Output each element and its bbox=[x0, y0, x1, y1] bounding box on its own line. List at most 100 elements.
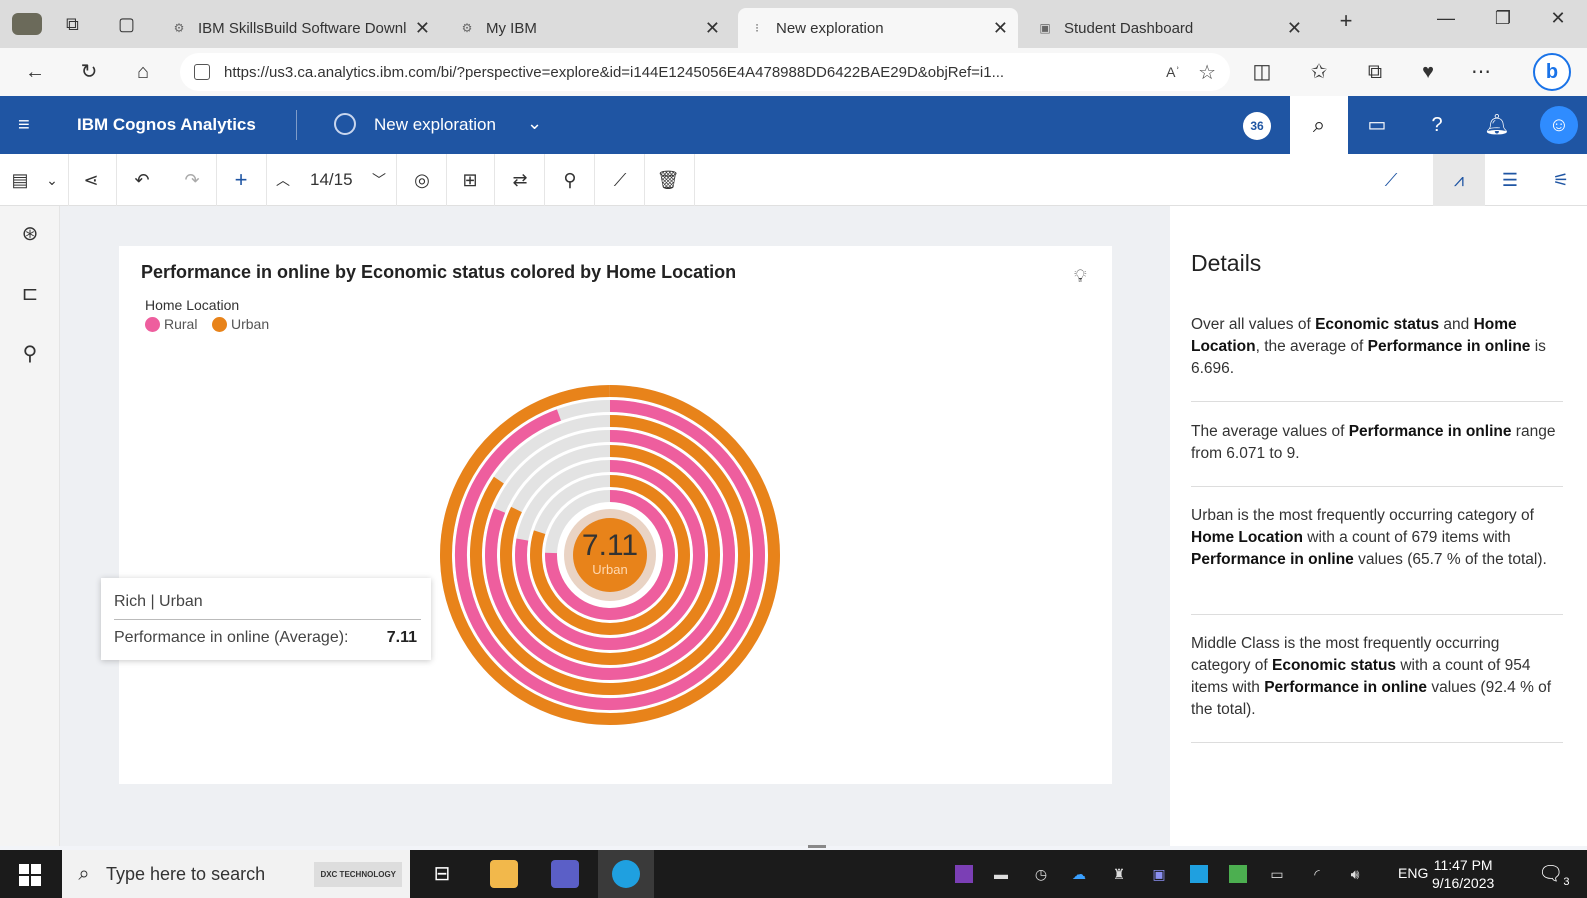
undo-icon[interactable]: ↶ bbox=[130, 167, 154, 193]
legend-item-rural[interactable]: Rural bbox=[145, 316, 197, 332]
task-view-icon[interactable]: ⊟ bbox=[428, 860, 456, 888]
minimize-button[interactable]: — bbox=[1426, 8, 1466, 29]
close-icon[interactable]: ✕ bbox=[415, 18, 430, 39]
tray-app-icon[interactable]: ▬ bbox=[992, 865, 1010, 883]
windows-taskbar: ⌕ Type here to search DXC TECHNOLOGY ⊟ ▬… bbox=[0, 850, 1587, 898]
language-indicator[interactable]: ENG bbox=[1398, 865, 1428, 881]
restore-button[interactable]: ❐ bbox=[1483, 8, 1523, 29]
data-tree-icon[interactable]: ⊏ bbox=[16, 280, 44, 308]
ibm-icon: ⚙ bbox=[173, 21, 185, 35]
file-explorer-icon[interactable] bbox=[490, 860, 518, 888]
tab-actions-icon[interactable]: ▢ bbox=[118, 0, 135, 48]
insight-2: Urban is the most frequently occurring c… bbox=[1191, 507, 1547, 568]
onedrive-icon[interactable]: ☁ bbox=[1070, 865, 1088, 883]
volume-icon[interactable]: 🔊︎ bbox=[1346, 865, 1364, 883]
page-indicator[interactable]: 14/15 bbox=[310, 170, 353, 190]
clock-app-icon[interactable]: ◷ bbox=[1032, 865, 1050, 883]
left-rail: ⊛ ⊏ ⚲ bbox=[0, 206, 60, 846]
chevron-down-icon[interactable]: ⌄ bbox=[527, 113, 542, 134]
split-screen-icon[interactable]: ◫ bbox=[1247, 58, 1277, 86]
exploration-title[interactable]: New exploration bbox=[374, 115, 496, 135]
bing-icon[interactable]: b bbox=[1533, 53, 1571, 91]
loading-icon: ⁝ bbox=[755, 21, 759, 35]
tab-new-exploration[interactable]: ⁝ New exploration ✕ bbox=[738, 8, 1018, 48]
taskbar-search[interactable]: ⌕ Type here to search DXC TECHNOLOGY bbox=[62, 850, 410, 898]
chevron-down-icon[interactable]: ⌄ bbox=[42, 167, 62, 193]
trend-chart-icon[interactable]: ⟋ bbox=[1378, 167, 1404, 193]
swap-icon[interactable]: ⇄ bbox=[508, 167, 532, 193]
tooltip-header: Rich | Urban bbox=[114, 593, 203, 610]
more-icon[interactable]: ⋯ bbox=[1466, 58, 1496, 86]
legend-swatch bbox=[212, 316, 227, 332]
profile-icon bbox=[12, 13, 42, 35]
windows-start-icon[interactable] bbox=[19, 864, 41, 886]
tab-my-ibm[interactable]: ⚙ My IBM ✕ bbox=[448, 8, 730, 48]
clock-time: 11:47 PM bbox=[1433, 857, 1493, 873]
chevron-up-icon[interactable]: ︿ bbox=[274, 167, 292, 193]
notification-badge[interactable]: 36 bbox=[1243, 112, 1271, 140]
url-field[interactable]: https://us3.ca.analytics.ibm.com/bi/?per… bbox=[180, 53, 1230, 91]
layers-icon[interactable]: ☰ bbox=[1497, 167, 1523, 193]
fields-icon[interactable]: ⊞ bbox=[458, 167, 482, 193]
bell-icon[interactable]: 🔔︎ bbox=[1482, 110, 1512, 140]
teams-icon[interactable] bbox=[551, 860, 579, 888]
clock[interactable]: 11:47 PM 9/16/2023 bbox=[1432, 856, 1494, 892]
toolbar-divider bbox=[68, 154, 69, 206]
tab-skillsbuild[interactable]: ⚙ IBM SkillsBuild Software Downlo ✕ bbox=[160, 8, 440, 48]
collections-icon[interactable]: ⧉ bbox=[1360, 58, 1390, 86]
redo-icon[interactable]: ↷ bbox=[180, 167, 204, 193]
radial-chart-icon[interactable]: ◎ bbox=[410, 167, 434, 193]
teams-tray-icon[interactable]: ▣ bbox=[1150, 865, 1168, 883]
pin-icon[interactable]: ⚲ bbox=[558, 167, 582, 193]
profile-avatar[interactable] bbox=[12, 0, 42, 48]
close-icon[interactable]: ✕ bbox=[705, 18, 720, 39]
settings-sliders-icon[interactable]: ⚟ bbox=[1548, 167, 1574, 193]
help-icon[interactable]: ? bbox=[1422, 110, 1452, 140]
favorites-icon[interactable]: ✩ bbox=[1304, 58, 1334, 86]
notification-center-icon[interactable]: 🗨︎3 bbox=[1538, 861, 1570, 888]
user-avatar[interactable]: ☺ bbox=[1540, 106, 1578, 144]
clock-date: 9/16/2023 bbox=[1432, 875, 1495, 891]
pin-icon[interactable]: ⚲ bbox=[16, 340, 44, 368]
trash-icon[interactable]: 🗑︎ bbox=[656, 167, 680, 193]
refresh-icon[interactable]: ↻ bbox=[74, 58, 104, 86]
search-brand: DXC TECHNOLOGY bbox=[314, 861, 402, 887]
radial-bar-chart[interactable]: 7.11 Urban bbox=[430, 375, 790, 735]
edge-taskbar-active[interactable] bbox=[598, 850, 654, 898]
toolbar-divider bbox=[594, 154, 595, 206]
tooltip-measure-value: 7.11 bbox=[386, 629, 417, 646]
read-aloud-icon[interactable]: Aʾ bbox=[1166, 64, 1180, 80]
site-info-icon[interactable] bbox=[194, 64, 210, 80]
security-icon[interactable]: ♜ bbox=[1110, 865, 1128, 883]
insights-icon[interactable]: ⩘ bbox=[1446, 167, 1472, 193]
new-tab-button[interactable]: + bbox=[1326, 8, 1366, 34]
resize-handle[interactable] bbox=[808, 845, 826, 848]
tray-blue-icon[interactable] bbox=[1190, 865, 1208, 883]
health-icon[interactable]: ♥ bbox=[1413, 58, 1443, 86]
tab-student-dashboard[interactable]: ▣ Student Dashboard ✕ bbox=[1026, 8, 1312, 48]
lightbulb-icon[interactable]: 💡︎ bbox=[1074, 266, 1087, 287]
close-icon[interactable]: ✕ bbox=[1287, 18, 1302, 39]
onenote-icon[interactable] bbox=[955, 865, 973, 883]
explore-icon[interactable]: ⊛ bbox=[16, 220, 44, 248]
chat-icon[interactable]: ▭ bbox=[1362, 110, 1392, 140]
battery-icon[interactable]: ▭ bbox=[1268, 865, 1286, 883]
save-icon[interactable]: ▤ bbox=[10, 167, 30, 193]
wifi-icon[interactable]: ◜ bbox=[1308, 865, 1326, 883]
add-icon[interactable]: + bbox=[230, 167, 252, 193]
line-chart-icon[interactable]: ⟋ bbox=[608, 167, 632, 193]
close-icon[interactable]: ✕ bbox=[993, 18, 1008, 39]
legend-item-urban[interactable]: Urban bbox=[212, 316, 269, 332]
close-window-button[interactable]: ✕ bbox=[1538, 8, 1578, 29]
workspaces-icon[interactable]: ⧉ bbox=[66, 0, 79, 48]
back-icon[interactable]: ← bbox=[20, 58, 50, 86]
chevron-down-icon[interactable]: ﹀ bbox=[370, 167, 388, 193]
home-icon[interactable]: ⌂ bbox=[128, 58, 158, 86]
ibm-icon: ⚙ bbox=[461, 21, 473, 35]
share-icon[interactable]: ⋖ bbox=[80, 167, 102, 193]
tray-green-icon[interactable] bbox=[1229, 865, 1247, 883]
menu-icon[interactable]: ≡ bbox=[18, 114, 30, 137]
cognos-header: ≡ IBM Cognos Analytics New exploration ⌄… bbox=[0, 96, 1587, 154]
search-button[interactable]: ⌕ bbox=[1290, 96, 1348, 154]
favorite-star-icon[interactable]: ☆ bbox=[1198, 60, 1216, 85]
